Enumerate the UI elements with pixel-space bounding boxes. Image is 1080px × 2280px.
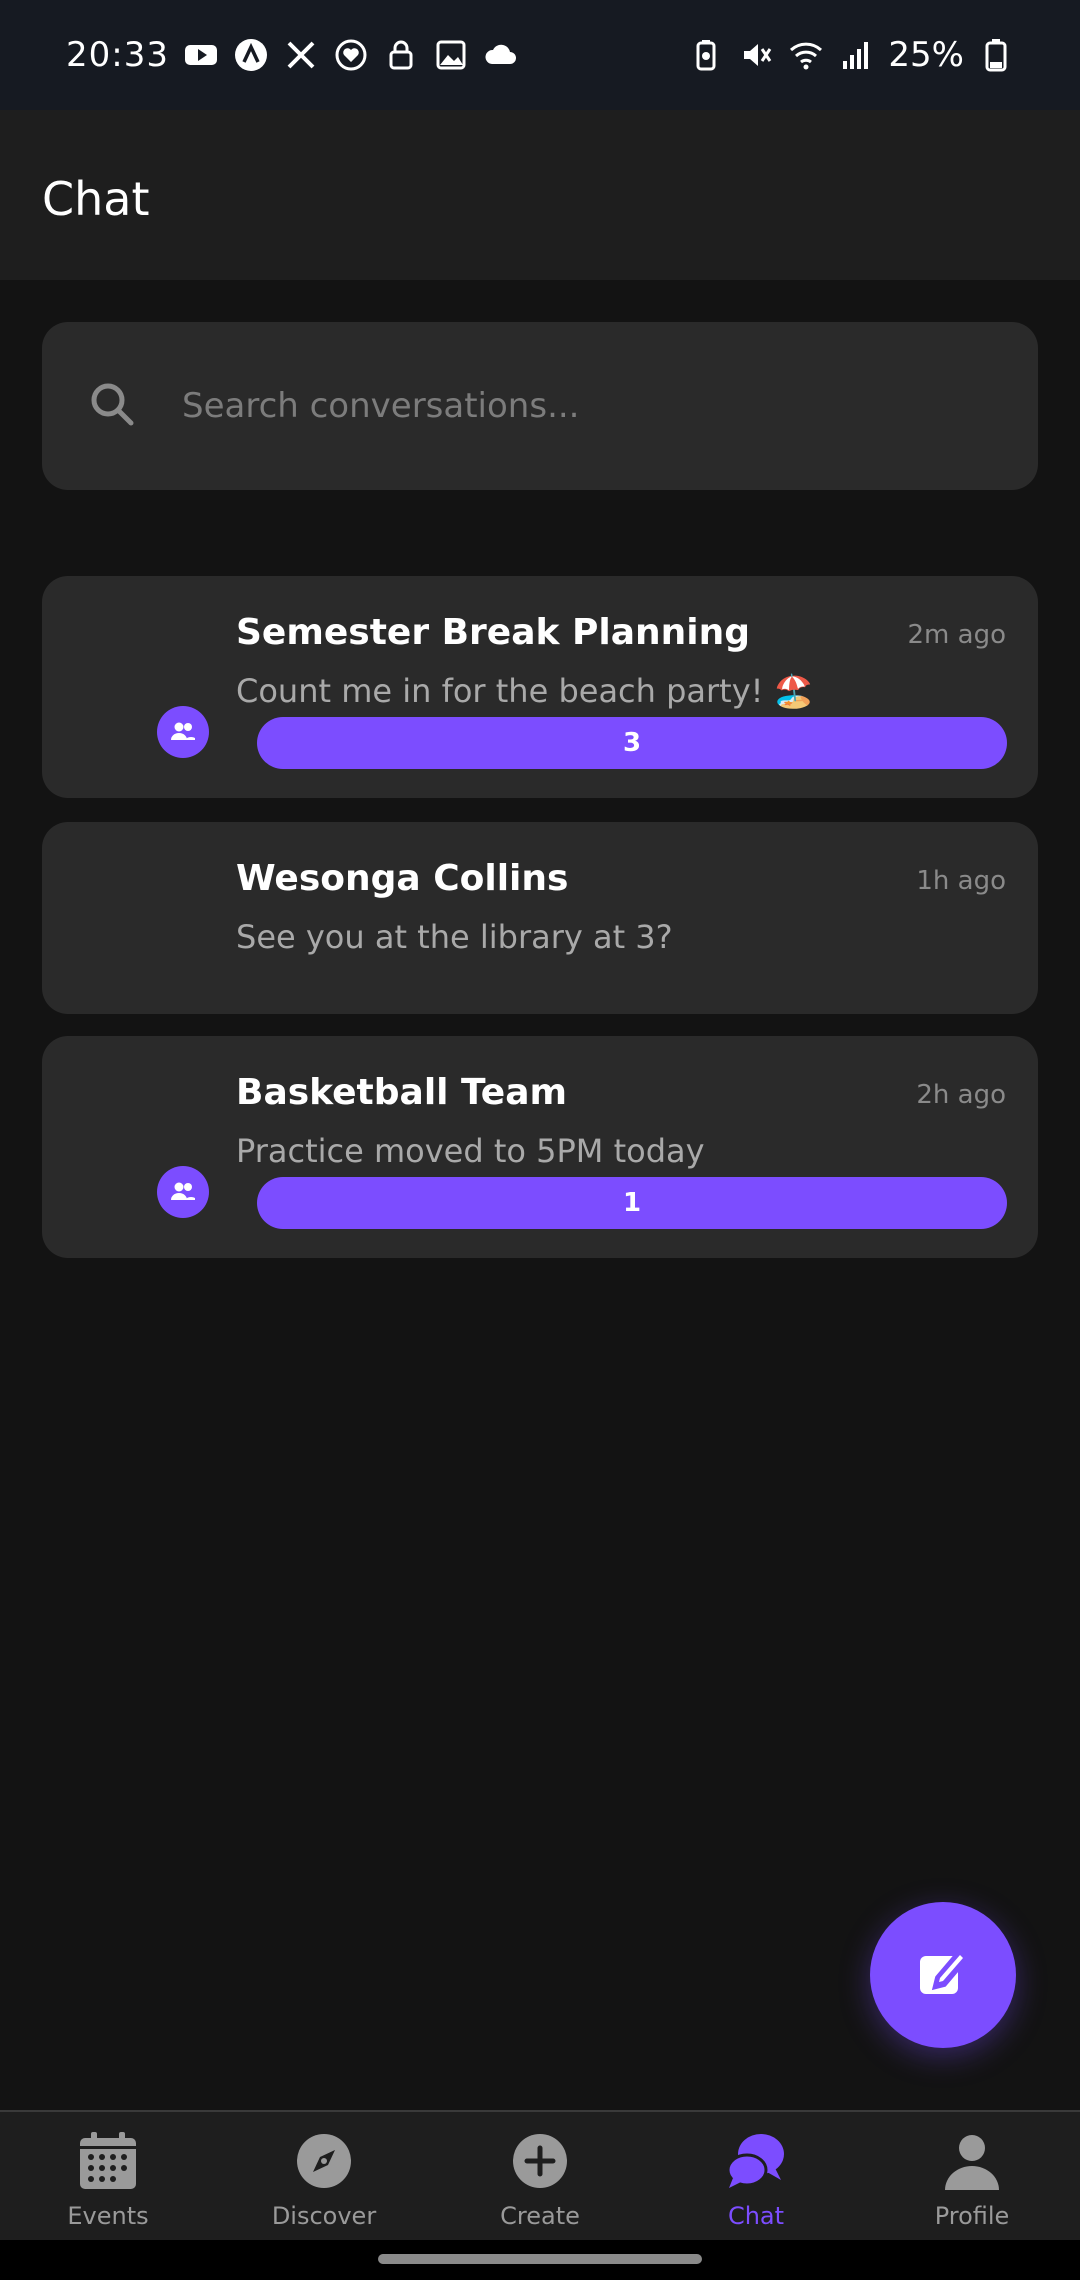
status-time: 20:33 xyxy=(66,35,169,75)
heart-icon xyxy=(333,37,369,73)
conversation-time: 1h ago xyxy=(916,866,1006,896)
edit-icon xyxy=(914,1944,972,2006)
conversation-item[interactable]: Wesonga Collins 1h ago See you at the li… xyxy=(42,822,1038,1014)
search-icon xyxy=(86,378,138,434)
conversation-preview: See you at the library at 3? xyxy=(236,918,673,956)
conversation-preview: Practice moved to 5PM today xyxy=(236,1132,705,1170)
conversation-item[interactable]: Basketball Team 2h ago Practice moved to… xyxy=(42,1036,1038,1258)
conversation-time: 2m ago xyxy=(907,620,1006,650)
battery-icon xyxy=(978,37,1014,73)
gallery-icon xyxy=(433,37,469,73)
conversation-item[interactable]: Semester Break Planning 2m ago Count me … xyxy=(42,576,1038,798)
nav-create[interactable]: Create xyxy=(432,2112,648,2242)
battery-saver-icon xyxy=(688,37,724,73)
unread-count-badge: 1 xyxy=(257,1177,1007,1229)
bottom-nav: Events Discover Create Chat Profile xyxy=(0,2110,1080,2242)
gesture-area xyxy=(0,2240,1080,2280)
group-icon xyxy=(157,706,209,758)
conversation-name: Semester Break Planning xyxy=(236,612,751,653)
conversation-time: 2h ago xyxy=(916,1080,1006,1110)
unread-count-badge: 3 xyxy=(257,717,1007,769)
battery-percent: 25% xyxy=(888,35,964,75)
search-bar[interactable] xyxy=(42,322,1038,490)
status-left: 20:33 xyxy=(66,35,519,75)
nav-chat[interactable]: Chat xyxy=(648,2112,864,2242)
search-input[interactable] xyxy=(180,365,1038,447)
person-icon xyxy=(941,2130,1003,2196)
nav-label: Discover xyxy=(271,2202,377,2230)
cloud-icon xyxy=(483,37,519,73)
mute-icon xyxy=(738,37,774,73)
signal-icon xyxy=(838,37,874,73)
calendar-icon xyxy=(77,2130,139,2196)
lock-icon xyxy=(383,37,419,73)
nav-profile[interactable]: Profile xyxy=(864,2112,1080,2242)
nav-label: Profile xyxy=(934,2202,1010,2230)
compass-icon xyxy=(293,2130,355,2196)
gesture-handle[interactable] xyxy=(378,2254,702,2264)
conversation-preview: Count me in for the beach party! 🏖️ xyxy=(236,672,814,710)
status-right: 25% xyxy=(688,35,1014,75)
chat-bubbles-icon xyxy=(725,2130,787,2196)
group-icon xyxy=(157,1166,209,1218)
arc-icon xyxy=(233,37,269,73)
status-bar: 20:33 25% xyxy=(0,0,1080,110)
nav-discover[interactable]: Discover xyxy=(216,2112,432,2242)
conversation-name: Wesonga Collins xyxy=(236,858,569,899)
conversation-name: Basketball Team xyxy=(236,1072,568,1113)
nav-events[interactable]: Events xyxy=(0,2112,216,2242)
nav-label: Create xyxy=(500,2202,580,2230)
new-chat-button[interactable] xyxy=(870,1902,1016,2048)
nav-label: Chat xyxy=(727,2202,785,2230)
wifi-icon xyxy=(788,37,824,73)
plus-circle-icon xyxy=(509,2130,571,2196)
x-icon xyxy=(283,37,319,73)
youtube-icon xyxy=(183,37,219,73)
app-header: Chat xyxy=(0,110,1080,280)
nav-label: Events xyxy=(67,2202,149,2230)
page-title: Chat xyxy=(42,172,150,226)
